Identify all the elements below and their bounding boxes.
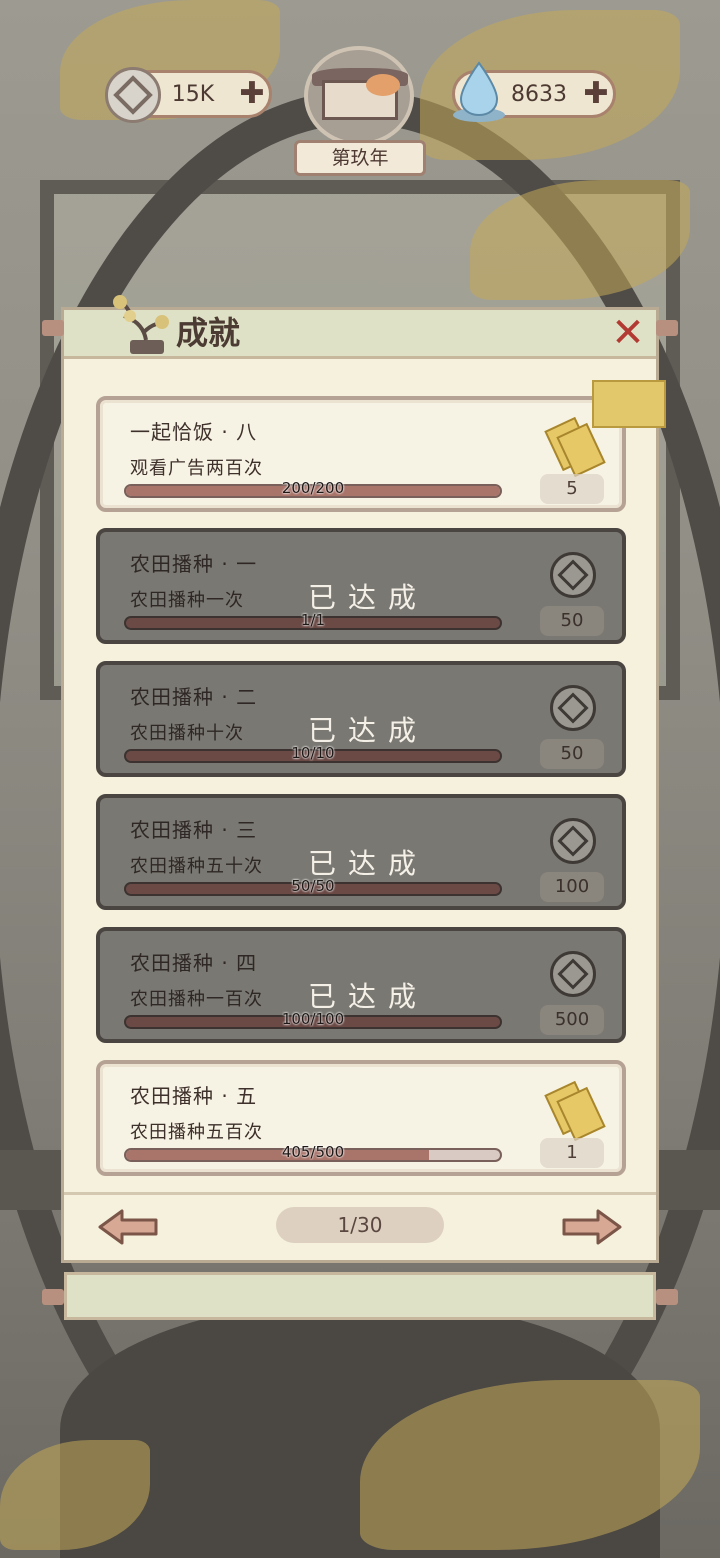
progress-text: 50/50 (291, 877, 335, 895)
coin-counter[interactable]: 15K ✚ (105, 67, 272, 123)
pager: 1/30 (64, 1192, 656, 1255)
coin-icon (550, 685, 596, 731)
scroll-rod-right (656, 320, 678, 336)
achievement-description: 农田播种五十次 (130, 856, 263, 877)
panel-footer (42, 1272, 678, 1320)
spirit-counter[interactable]: 8633 ✚ (452, 61, 616, 122)
panel-title: 成就 (176, 314, 241, 352)
close-button[interactable]: ✕ (608, 313, 648, 354)
reward-amount: 1 (540, 1138, 604, 1168)
achievement-description: 农田播种一百次 (130, 989, 263, 1010)
add-spirit-button[interactable]: ✚ (579, 79, 613, 109)
achievement-card[interactable]: 农田播种 · 一农田播种一次 已达成 1/1 50 (96, 528, 626, 644)
page-indicator: 1/30 (276, 1207, 444, 1243)
coin-icon (550, 552, 596, 598)
achieved-label: 已达成 (308, 714, 429, 747)
water-drop-icon (453, 61, 505, 122)
reward-amount: 100 (540, 872, 604, 902)
coin-icon (550, 951, 596, 997)
achievement-name: 农田播种 · 二 (130, 685, 258, 709)
progress-text: 200/200 (281, 479, 345, 497)
achievement-name: 农田播种 · 三 (130, 818, 258, 842)
fox-icon (366, 74, 400, 96)
reward-amount: 5 (540, 474, 604, 504)
progress-text: 100/100 (281, 1010, 345, 1028)
achievement-description: 农田播种五百次 (130, 1122, 263, 1143)
bonsai-icon (113, 295, 169, 354)
coin-icon (550, 818, 596, 864)
previous-page-button[interactable] (96, 1207, 160, 1247)
progress-text: 1/1 (300, 611, 326, 629)
progress-text: 10/10 (291, 744, 335, 762)
achievement-card[interactable]: 一起恰饭 · 八观看广告两百次 200/200 5 (96, 380, 666, 512)
achievement-description: 观看广告两百次 (130, 458, 263, 479)
achievement-name: 一起恰饭 · 八 (130, 420, 258, 444)
ginkgo-leaf-icon (592, 380, 666, 428)
reward-amount: 50 (540, 739, 604, 769)
achievement-description: 农田播种一次 (130, 590, 244, 611)
achievement-card[interactable]: 农田播种 · 三农田播种五十次 已达成 50/50 100 (96, 794, 626, 910)
ticket-icon (544, 416, 606, 478)
achievement-name: 农田播种 · 一 (130, 552, 258, 576)
ticket-icon (544, 1080, 606, 1142)
progress-text: 405/500 (281, 1143, 345, 1161)
copper-coin-icon (105, 67, 161, 123)
resource-bar: 15K ✚ 第玖年 8633 ✚ (0, 46, 720, 176)
achievement-name: 农田播种 · 五 (130, 1084, 258, 1108)
achievement-panel: 成就 ✕ 一起恰饭 · 八观看广告两百次 200/200 5 农田播种 · 一农田播种… (42, 295, 678, 1260)
achievement-name: 农田播种 · 四 (130, 951, 258, 975)
achievement-card[interactable]: 农田播种 · 五农田播种五百次 405/500 1 (96, 1060, 626, 1176)
achievement-card[interactable]: 农田播种 · 四农田播种一百次 已达成 100/100 500 (96, 927, 626, 1043)
year-label: 第玖年 (294, 140, 426, 176)
achieved-label: 已达成 (308, 980, 429, 1013)
reward-amount: 50 (540, 606, 604, 636)
scroll-rod-left (42, 1289, 64, 1305)
add-coins-button[interactable]: ✚ (235, 79, 269, 109)
panel-header: 成就 ✕ (64, 295, 656, 359)
scroll-rod-left (42, 320, 64, 336)
reward-amount: 500 (540, 1005, 604, 1035)
next-page-button[interactable] (560, 1207, 624, 1247)
achieved-label: 已达成 (308, 581, 429, 614)
achievement-description: 农田播种十次 (130, 723, 244, 744)
achieved-label: 已达成 (308, 847, 429, 880)
scroll-rod-right (656, 1289, 678, 1305)
achievement-card[interactable]: 农田播种 · 二农田播种十次 已达成 10/10 50 (96, 661, 626, 777)
